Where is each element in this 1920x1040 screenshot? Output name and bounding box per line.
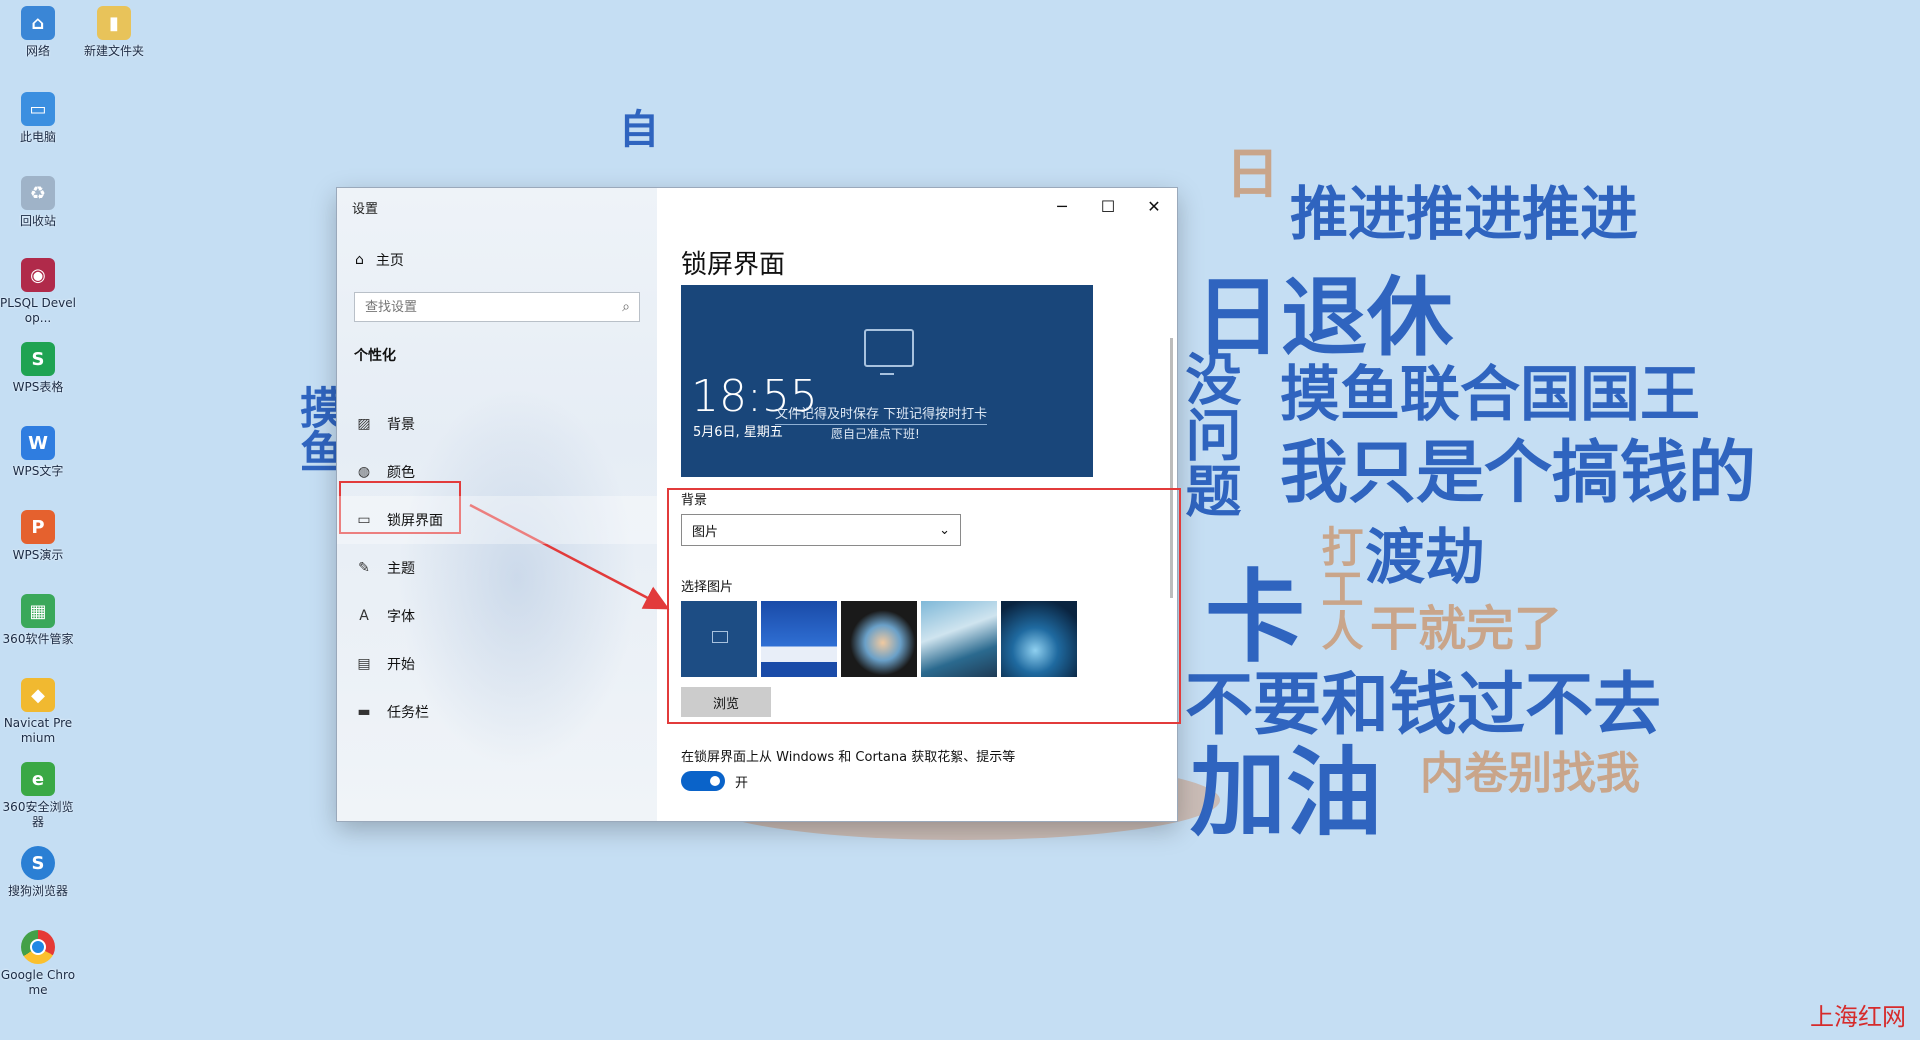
window-controls: ─ ☐ ✕ <box>1039 188 1177 224</box>
folder-icon: ▮ <box>97 6 131 40</box>
page-title: 锁屏界面 <box>681 250 786 280</box>
home-icon: ⌂ <box>355 252 364 268</box>
sidebar-item-start[interactable]: ▤ 开始 <box>337 640 657 688</box>
theme-icon: ✎ <box>358 560 370 576</box>
sidebar-item-colors[interactable]: ◍ 颜色 <box>337 448 657 496</box>
lock-screen-preview: 18:55 5月6日, 星期五 文件记得及时保存 下班记得按时打卡 愿自己准点下… <box>681 285 1093 477</box>
desktop-icon-360-manager[interactable]: ▦ 360软件管家 <box>0 594 76 647</box>
wallpaper-fragment: 日 <box>1216 145 1279 199</box>
lock-screen-icon: ▭ <box>357 512 371 528</box>
computer-icon: ▭ <box>21 92 55 126</box>
start-icon: ▤ <box>357 656 371 672</box>
desktop-icon-network[interactable]: ⌂ 网络 <box>0 6 76 59</box>
sidebar-item-label: 开始 <box>387 657 415 673</box>
wallpaper-word: 不要和钱过不去 <box>1185 666 1662 745</box>
search-icon[interactable]: ⌕ <box>613 299 639 315</box>
close-button[interactable]: ✕ <box>1131 188 1177 224</box>
desktop-icon-wps-presentation[interactable]: P WPS演示 <box>0 510 76 563</box>
360-browser-icon: e <box>21 762 55 796</box>
cortana-tips-label: 在锁屏界面上从 Windows 和 Cortana 获取花絮、提示等 <box>681 750 1016 765</box>
wallpaper-word: 我只是个搞钱的 <box>1280 434 1757 513</box>
desktop-icon-computer[interactable]: ▭ 此电脑 <box>0 92 76 145</box>
sidebar-item-label: 任务栏 <box>387 705 429 721</box>
cortana-tips-toggle[interactable] <box>681 771 725 791</box>
360-manager-icon: ▦ <box>21 594 55 628</box>
wallpaper-word: 推进推进推进 <box>1290 180 1639 248</box>
desktop-icon-wps-writer[interactable]: W WPS文字 <box>0 426 76 479</box>
sidebar-item-label: 字体 <box>387 609 415 625</box>
wallpaper-fragment: 摸鱼 <box>292 385 343 473</box>
navicat-icon: ◆ <box>21 678 55 712</box>
wallpaper-fragment: 自 <box>612 108 658 148</box>
sidebar-item-themes[interactable]: ✎ 主题 <box>337 544 657 592</box>
desktop-icon-folder[interactable]: ▮ 新建文件夹 <box>76 6 152 59</box>
desktop-icon-plsql[interactable]: ◉ PLSQL Develop... <box>0 258 76 326</box>
sidebar-item-lock-screen[interactable]: ▭ 锁屏界面 <box>337 496 657 544</box>
search-box: ⌕ <box>354 292 640 322</box>
sidebar-item-label: 主页 <box>375 253 404 269</box>
wallpaper-fragment: 没问题 <box>1176 350 1241 518</box>
preview-date: 5月6日, 星期五 <box>693 425 783 440</box>
wallpaper-fragment: 打工人 <box>1315 525 1364 651</box>
sidebar-item-label: 锁屏界面 <box>387 513 443 529</box>
annotation-box-background-settings <box>667 488 1181 724</box>
desktop-icon-360-browser[interactable]: e 360安全浏览器 <box>0 762 76 830</box>
wps-sheet-icon: S <box>21 342 55 376</box>
watermark: 上海红网 <box>1810 1003 1906 1031</box>
preview-message-line2: 愿自己准点下班! <box>831 427 920 441</box>
wallpaper-word: 干就完了 <box>1370 601 1563 657</box>
sidebar-item-label: 颜色 <box>387 465 415 481</box>
desktop-icon-chrome[interactable]: Google Chrome <box>0 930 76 998</box>
desktop-icon-navicat[interactable]: ◆ Navicat Premium <box>0 678 76 746</box>
minimize-button[interactable]: ─ <box>1039 188 1085 224</box>
monitor-icon <box>864 329 914 375</box>
search-input[interactable] <box>355 294 613 320</box>
desktop-icon-recycle-bin[interactable]: ♻ 回收站 <box>0 176 76 229</box>
section-title: 个性化 <box>354 348 396 364</box>
image-icon: ▨ <box>357 416 371 432</box>
sogou-browser-icon: S <box>21 846 55 880</box>
recycle-bin-icon: ♻ <box>21 176 55 210</box>
desktop-icons: ⌂ 网络 ▮ 新建文件夹 ▭ 此电脑 ♻ 回收站 ◉ PLSQL Develop… <box>0 0 160 1040</box>
font-icon: A <box>359 608 369 624</box>
chrome-icon <box>21 930 55 964</box>
preview-message-line1: 文件记得及时保存 下班记得按时打卡 <box>775 403 988 425</box>
wallpaper-word: 日退休 <box>1195 268 1453 368</box>
sidebar-item-background[interactable]: ▨ 背景 <box>337 400 657 448</box>
network-icon: ⌂ <box>21 6 55 40</box>
sidebar-item-home[interactable]: ⌂ 主页 <box>355 250 404 270</box>
sidebar-item-fonts[interactable]: A 字体 <box>337 592 657 640</box>
palette-icon: ◍ <box>357 464 371 480</box>
window-title: 设置 <box>352 202 379 217</box>
settings-sidebar: 设置 ⌂ 主页 ⌕ 个性化 ▨ 背景 ◍ 颜色 ▭ 锁屏界面 ✎ <box>337 188 657 821</box>
sidebar-item-label: 背景 <box>387 417 415 433</box>
taskbar-icon: ▬ <box>357 704 371 720</box>
wps-writer-icon: W <box>21 426 55 460</box>
toggle-state-label: 开 <box>735 776 749 791</box>
wallpaper-word: 内卷别找我 <box>1420 748 1640 799</box>
desktop-icon-sogou-browser[interactable]: S 搜狗浏览器 <box>0 846 76 899</box>
desktop-icon-wps-sheet[interactable]: S WPS表格 <box>0 342 76 395</box>
sidebar-item-label: 主题 <box>387 561 415 577</box>
wallpaper-word: 加油 <box>1190 737 1382 849</box>
wallpaper-word: 摸鱼联合国国王 <box>1280 360 1700 430</box>
wps-presentation-icon: P <box>21 510 55 544</box>
wallpaper-word: 渡劫 <box>1365 523 1485 593</box>
sidebar-item-taskbar[interactable]: ▬ 任务栏 <box>337 688 657 736</box>
sidebar-nav: ▨ 背景 ◍ 颜色 ▭ 锁屏界面 ✎ 主题 A 字体 ▤ 开始 ▬ 任务栏 <box>337 400 657 736</box>
maximize-button[interactable]: ☐ <box>1085 188 1131 224</box>
wallpaper-word: 卡 <box>1205 559 1305 676</box>
plsql-icon: ◉ <box>21 258 55 292</box>
